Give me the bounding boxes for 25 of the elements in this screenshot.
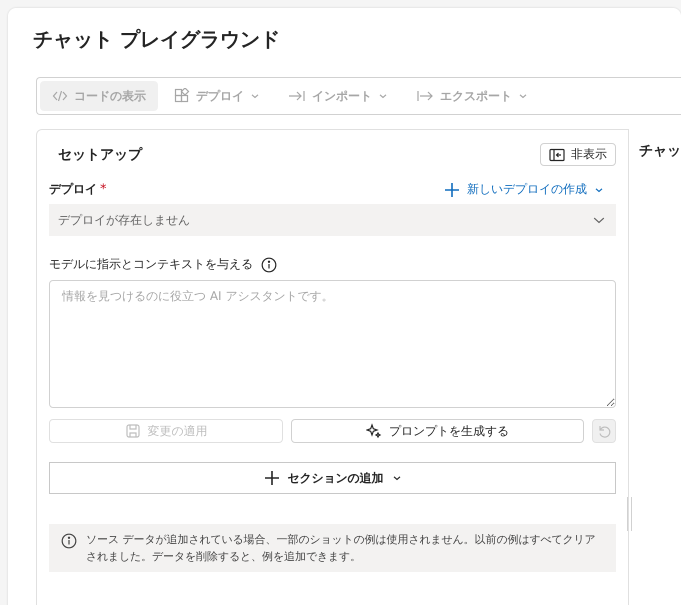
blocks-icon xyxy=(174,88,190,104)
save-icon xyxy=(124,423,140,439)
add-section-button[interactable]: セクションの追加 xyxy=(49,462,616,494)
instructions-field[interactable]: 情報を見つけるのに役立つ AI アシスタントです。 xyxy=(49,280,616,408)
arrow-from-line-icon xyxy=(416,88,434,104)
required-mark: * xyxy=(100,182,106,197)
info-icon xyxy=(261,256,277,272)
field-label: モデルに指示とコンテキストを与える xyxy=(49,256,253,273)
info-message: ソース データが追加されている場合、一部のショットの例は使用されません。以前の例はすべてクリアされました。データを削除すると、例を追加できます。 xyxy=(86,532,596,565)
info-icon xyxy=(61,533,77,549)
arrow-to-line-icon xyxy=(288,88,306,104)
plus-icon xyxy=(444,182,460,198)
panel-title: セットアップ xyxy=(58,146,142,164)
deployment-dropdown[interactable]: デプロイが存在しません xyxy=(49,204,616,236)
create-deployment-link[interactable]: 新しいデプロイの作成 xyxy=(444,181,604,198)
panel-collapse-icon xyxy=(549,148,566,162)
resize-handle[interactable] xyxy=(627,497,632,531)
plus-icon xyxy=(264,470,280,486)
page-title: チャット プレイグラウンド xyxy=(33,26,281,53)
sparkle-icon xyxy=(366,423,382,439)
code-icon xyxy=(52,88,68,104)
generate-prompt-button[interactable]: プロンプトを生成する xyxy=(291,419,584,443)
hide-button[interactable]: 非表示 xyxy=(540,143,616,166)
panel-title: チャッ xyxy=(639,142,681,160)
field-label: デプロイ xyxy=(49,181,97,198)
